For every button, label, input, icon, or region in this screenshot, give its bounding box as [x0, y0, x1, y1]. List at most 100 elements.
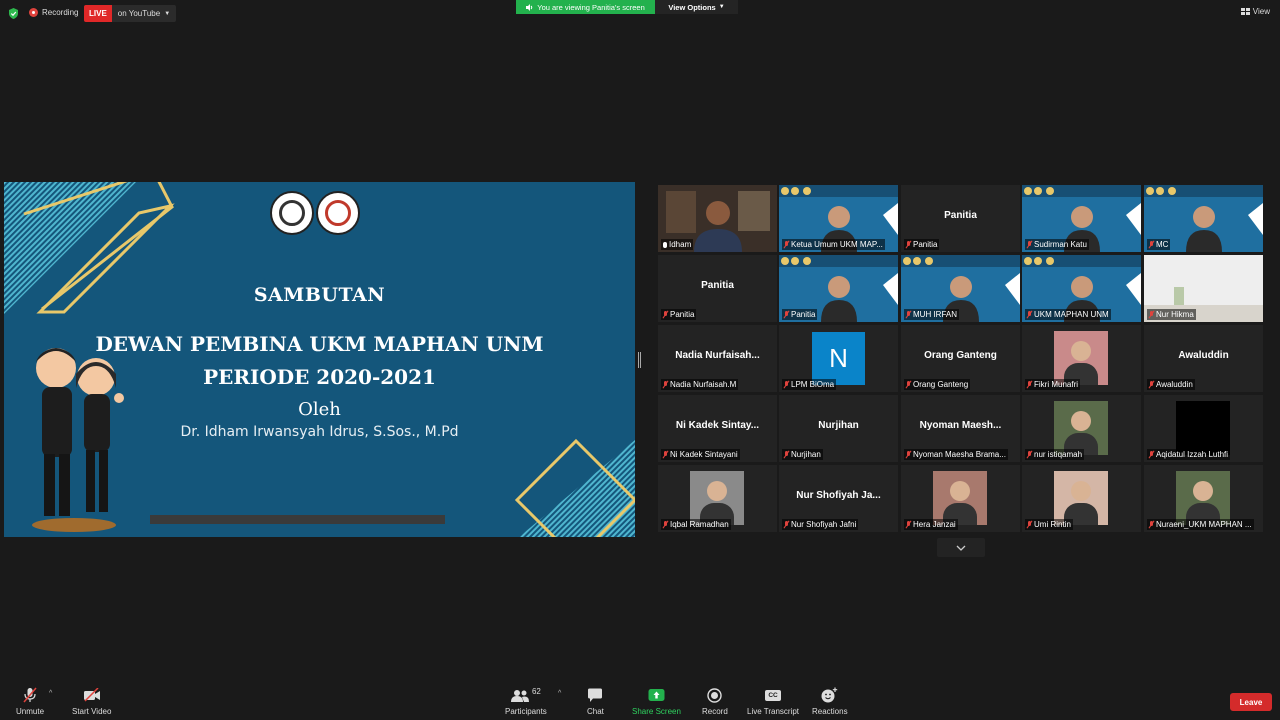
slide-speaker: Dr. Idham Irwansyah Idrus, S.Sos., M.Pd	[180, 424, 459, 440]
stripe-triangle-bottom-right	[519, 440, 635, 537]
mic-muted-icon	[1149, 311, 1154, 318]
participant-display-name: Nyoman Maesh...	[919, 420, 1002, 431]
view-options-button[interactable]: View Options ▼	[655, 0, 738, 14]
participant-tile[interactable]: N LPM BiOma	[779, 325, 898, 392]
live-transcript-button[interactable]: CC Live Transcript	[747, 686, 799, 716]
security-shield-icon[interactable]	[8, 8, 19, 19]
university-logos	[270, 191, 360, 235]
participant-tile[interactable]: nur istiqamah	[1022, 395, 1141, 462]
split-view-divider[interactable]	[638, 352, 641, 368]
mic-muted-icon	[784, 311, 789, 318]
participant-name-label: Orang Ganteng	[904, 379, 971, 390]
participant-display-name: Panitia	[701, 280, 734, 291]
participant-tile[interactable]: UKM MAPHAN UNM	[1022, 255, 1141, 322]
participant-tile[interactable]: Nur Shofiyah Ja... Nur Shofiyah Jafni	[779, 465, 898, 532]
participant-tile[interactable]: Ketua Umum UKM MAP...	[779, 185, 898, 252]
mic-icon	[663, 241, 667, 248]
participant-name-label: Ketua Umum UKM MAP...	[782, 239, 885, 250]
participant-tile[interactable]: Panitia Panitia	[901, 185, 1020, 252]
view-label: View	[1252, 7, 1270, 16]
participant-name-label: Nyoman Maesha Brama...	[904, 449, 1008, 460]
speaker-icon	[526, 3, 533, 11]
reactions-button[interactable]: Reactions	[812, 686, 848, 716]
mic-muted-icon	[1149, 451, 1154, 458]
participant-name: Sudirman Katu	[1034, 240, 1087, 249]
participant-name: Awaluddin	[1156, 380, 1193, 389]
participant-tile[interactable]: Fikri Munafri	[1022, 325, 1141, 392]
participant-name: Panitia	[791, 310, 816, 319]
participant-name: Panitia	[913, 240, 938, 249]
unmute-button[interactable]: Unmute	[16, 686, 44, 716]
live-destination-dropdown[interactable]: on YouTube ▼	[111, 5, 177, 22]
participant-tile[interactable]: Awaluddin Awaluddin	[1144, 325, 1263, 392]
participant-tile[interactable]: Idham	[658, 185, 777, 252]
participant-name: Ketua Umum UKM MAP...	[791, 240, 883, 249]
closed-caption-icon: CC	[765, 689, 782, 701]
participant-tile[interactable]: Sudirman Katu	[1022, 185, 1141, 252]
participant-name: MC	[1156, 240, 1169, 249]
participant-name-label: Panitia	[904, 239, 940, 250]
record-button[interactable]: Record	[702, 686, 728, 716]
leave-button[interactable]: Leave	[1230, 693, 1272, 711]
participant-name: Idham	[669, 240, 692, 249]
participant-name: Nurjihan	[791, 450, 821, 459]
participant-tile[interactable]: Hera Janzai	[901, 465, 1020, 532]
participants-icon	[510, 689, 529, 702]
participant-tile[interactable]: Nuraeni_UKM MAPHAN ...	[1144, 465, 1263, 532]
view-button[interactable]: View	[1240, 7, 1270, 16]
participant-name-label: Aqidatul Izzah Luthfi	[1147, 449, 1231, 460]
participant-photo	[1054, 401, 1108, 455]
participant-name: Iqbal Ramadhan	[670, 520, 729, 529]
participant-tile[interactable]: Ni Kadek Sintay... Ni Kadek Sintayani	[658, 395, 777, 462]
participant-tile[interactable]: Panitia	[779, 255, 898, 322]
participant-tile[interactable]: Umi Rintin	[1022, 465, 1141, 532]
mic-muted-icon	[784, 521, 789, 528]
chevron-down-icon: ▼	[718, 4, 725, 10]
start-video-button[interactable]: Start Video	[72, 686, 111, 716]
slide-bottom-bar	[150, 515, 445, 524]
participants-count: 62	[531, 686, 541, 696]
participant-name: Nuraeni_UKM MAPHAN ...	[1156, 520, 1252, 529]
shared-screen-slide: SAMBUTAN DEWAN PEMBINA UKM MAPHAN UNM PE…	[4, 182, 635, 537]
participant-name: UKM MAPHAN UNM	[1034, 310, 1109, 319]
recording-indicator[interactable]: Recording	[29, 8, 78, 17]
grid-view-icon	[1240, 8, 1250, 15]
participant-tile[interactable]: Aqidatul Izzah Luthfi	[1144, 395, 1263, 462]
participant-name: LPM BiOma	[791, 380, 835, 389]
live-transcript-label: Live Transcript	[747, 707, 800, 716]
participant-tile[interactable]: MUH IRFAN	[901, 255, 1020, 322]
mic-muted-icon	[663, 451, 668, 458]
participant-name: Umi Rintin	[1034, 520, 1071, 529]
chat-button[interactable]: Chat	[587, 686, 604, 716]
participants-options-caret-icon[interactable]: ^	[558, 690, 561, 697]
participant-name-label: Nuraeni_UKM MAPHAN ...	[1147, 519, 1254, 530]
participant-tile[interactable]: Panitia Panitia	[658, 255, 777, 322]
audio-options-caret-icon[interactable]: ^	[49, 690, 52, 697]
chat-icon	[588, 688, 603, 702]
participant-name-label: Iqbal Ramadhan	[661, 519, 731, 530]
participant-tile[interactable]: Orang Ganteng Orang Ganteng	[901, 325, 1020, 392]
participant-tile[interactable]: Nyoman Maesh... Nyoman Maesha Brama...	[901, 395, 1020, 462]
mic-muted-icon	[1027, 381, 1032, 388]
participant-name-label: Umi Rintin	[1025, 519, 1073, 530]
participant-tile[interactable]: Nur Hikma	[1144, 255, 1263, 322]
participant-tile[interactable]: MC	[1144, 185, 1263, 252]
share-screen-button[interactable]: Share Screen	[632, 686, 681, 716]
chevron-down-icon	[956, 545, 966, 551]
participant-tile[interactable]: Nurjihan Nurjihan	[779, 395, 898, 462]
participant-display-name: Nur Shofiyah Ja...	[796, 490, 881, 501]
mic-muted-icon	[1027, 241, 1032, 248]
participant-name-label: Nurjihan	[782, 449, 823, 460]
participant-name-label: Sudirman Katu	[1025, 239, 1089, 250]
mic-muted-icon	[906, 521, 911, 528]
participants-button[interactable]: 62 Participants	[505, 686, 547, 717]
mic-muted-icon	[906, 451, 911, 458]
mic-muted-icon	[663, 311, 668, 318]
participant-photo	[933, 471, 987, 525]
participant-name: Fikri Munafri	[1034, 380, 1079, 389]
live-stream-indicator[interactable]: LIVE on YouTube ▼	[84, 5, 177, 22]
live-badge: LIVE	[84, 5, 112, 22]
participant-tile[interactable]: Nadia Nurfaisah... Nadia Nurfaisah.M	[658, 325, 777, 392]
participant-tile[interactable]: Iqbal Ramadhan	[658, 465, 777, 532]
gallery-next-page-button[interactable]	[937, 538, 985, 557]
